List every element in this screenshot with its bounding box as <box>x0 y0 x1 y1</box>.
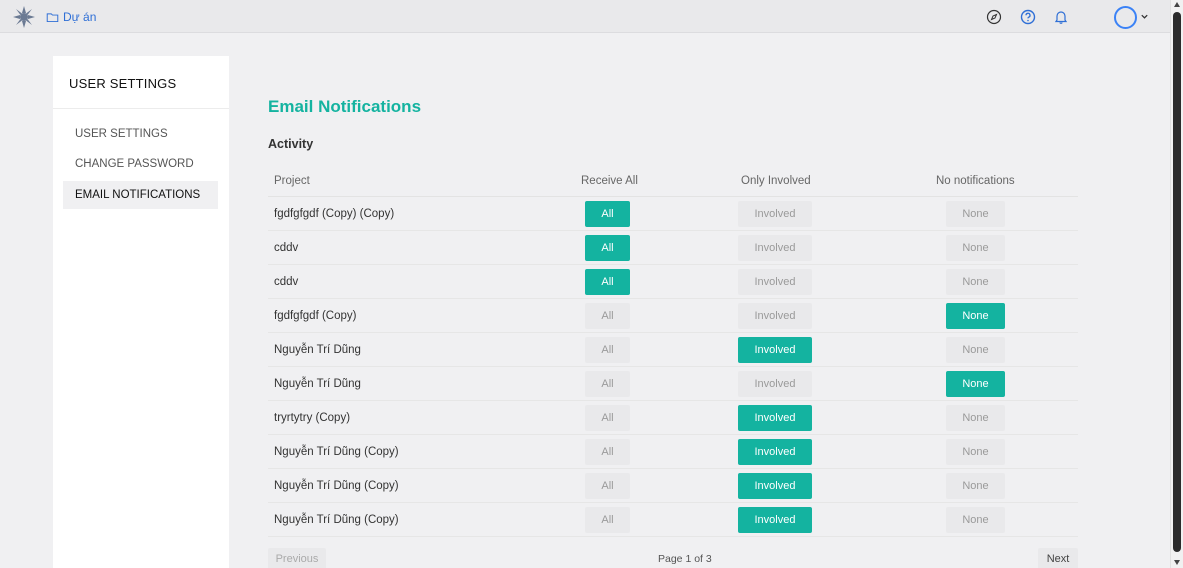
no-notifications-button[interactable]: None <box>946 303 1005 329</box>
table-row: Nguyễn Trí Dũng All Involved None <box>268 367 1078 401</box>
top-bar: Dự án <box>0 0 1170 33</box>
table-row: Nguyễn Trí Dũng (Copy) All Involved None <box>268 503 1078 537</box>
chevron-down-icon[interactable] <box>1140 12 1149 21</box>
project-name: Nguyễn Trí Dũng (Copy) <box>274 446 399 458</box>
breadcrumb[interactable]: Dự án <box>46 10 96 24</box>
only-involved-button[interactable]: Involved <box>738 337 812 363</box>
project-name: cddv <box>274 242 299 254</box>
only-involved-button[interactable]: Involved <box>738 473 812 499</box>
column-header-receive-all: Receive All <box>581 175 638 187</box>
compass-icon[interactable] <box>986 9 1002 25</box>
section-title-activity: Activity <box>268 137 314 151</box>
notifications-table: Project Receive All Only Involved No not… <box>268 166 1078 537</box>
table-header: Project Receive All Only Involved No not… <box>268 166 1078 197</box>
table-row: cddv All Involved None <box>268 265 1078 299</box>
receive-all-button[interactable]: All <box>585 371 630 397</box>
receive-all-button[interactable]: All <box>585 337 630 363</box>
scroll-down-arrow-icon[interactable] <box>1174 560 1180 565</box>
only-involved-button[interactable]: Involved <box>738 235 812 261</box>
receive-all-button[interactable]: All <box>585 201 630 227</box>
folder-icon <box>46 12 59 22</box>
no-notifications-button[interactable]: None <box>946 473 1005 499</box>
pagination: Previous Page 1 of 3 Next <box>268 548 1078 568</box>
settings-sidebar: USER SETTINGS USER SETTINGS CHANGE PASSW… <box>53 56 229 568</box>
app-logo-icon[interactable] <box>12 5 36 29</box>
no-notifications-button[interactable]: None <box>946 405 1005 431</box>
only-involved-button[interactable]: Involved <box>738 269 812 295</box>
only-involved-button[interactable]: Involved <box>738 405 812 431</box>
column-header-no-notifications: No notifications <box>936 175 1015 187</box>
previous-page-button[interactable]: Previous <box>268 548 326 568</box>
no-notifications-button[interactable]: None <box>946 235 1005 261</box>
project-name: tryrtytry (Copy) <box>274 412 351 424</box>
project-name: Nguyễn Trí Dũng <box>274 344 361 356</box>
only-involved-button[interactable]: Involved <box>738 439 812 465</box>
page-title: Email Notifications <box>268 97 422 116</box>
sidebar-item-change-password[interactable]: CHANGE PASSWORD <box>63 150 218 178</box>
table-row: Nguyễn Trí Dũng All Involved None <box>268 333 1078 367</box>
receive-all-button[interactable]: All <box>585 473 630 499</box>
no-notifications-button[interactable]: None <box>946 201 1005 227</box>
receive-all-button[interactable]: All <box>585 405 630 431</box>
receive-all-button[interactable]: All <box>585 303 630 329</box>
no-notifications-button[interactable]: None <box>946 371 1005 397</box>
table-body: fgdfgfgdf (Copy) (Copy) All Involved None cd… <box>268 197 1078 537</box>
scrollbar-thumb[interactable] <box>1173 12 1181 552</box>
receive-all-button[interactable]: All <box>585 439 630 465</box>
only-involved-button[interactable]: Involved <box>738 303 812 329</box>
only-involved-button[interactable]: Involved <box>738 507 812 533</box>
no-notifications-button[interactable]: None <box>946 507 1005 533</box>
help-icon[interactable] <box>1020 9 1036 25</box>
avatar[interactable] <box>1114 6 1137 29</box>
sidebar-item-user-settings[interactable]: USER SETTINGS <box>63 120 218 148</box>
project-name: Nguyễn Trí Dũng (Copy) <box>274 514 399 526</box>
table-row: tryrtytry (Copy) All Involved None <box>268 401 1078 435</box>
sidebar-divider <box>53 108 229 109</box>
only-involved-button[interactable]: Involved <box>738 371 812 397</box>
table-row: cddv All Involved None <box>268 231 1078 265</box>
project-name: fgdfgfgdf (Copy) <box>274 310 357 322</box>
scroll-up-arrow-icon[interactable] <box>1174 2 1180 7</box>
table-row: fgdfgfgdf (Copy) (Copy) All Involved None <box>268 197 1078 231</box>
project-name: fgdfgfgdf (Copy) (Copy) <box>274 208 395 220</box>
table-row: fgdfgfgdf (Copy) All Involved None <box>268 299 1078 333</box>
receive-all-button[interactable]: All <box>585 269 630 295</box>
project-name: Nguyễn Trí Dũng <box>274 378 361 390</box>
next-page-button[interactable]: Next <box>1038 548 1078 568</box>
no-notifications-button[interactable]: None <box>946 269 1005 295</box>
receive-all-button[interactable]: All <box>585 235 630 261</box>
bell-icon[interactable] <box>1053 9 1069 25</box>
page-indicator: Page 1 of 3 <box>658 553 712 565</box>
sidebar-title: USER SETTINGS <box>69 76 177 91</box>
breadcrumb-label[interactable]: Dự án <box>63 10 96 24</box>
no-notifications-button[interactable]: None <box>946 439 1005 465</box>
only-involved-button[interactable]: Involved <box>738 201 812 227</box>
project-name: Nguyễn Trí Dũng (Copy) <box>274 480 399 492</box>
project-name: cddv <box>274 276 299 288</box>
no-notifications-button[interactable]: None <box>946 337 1005 363</box>
column-header-project: Project <box>274 175 310 187</box>
sidebar-item-email-notifications[interactable]: EMAIL NOTIFICATIONS <box>63 181 218 209</box>
scrollbar[interactable] <box>1170 0 1183 568</box>
column-header-only-involved: Only Involved <box>741 175 811 187</box>
table-row: Nguyễn Trí Dũng (Copy) All Involved None <box>268 435 1078 469</box>
receive-all-button[interactable]: All <box>585 507 630 533</box>
table-row: Nguyễn Trí Dũng (Copy) All Involved None <box>268 469 1078 503</box>
